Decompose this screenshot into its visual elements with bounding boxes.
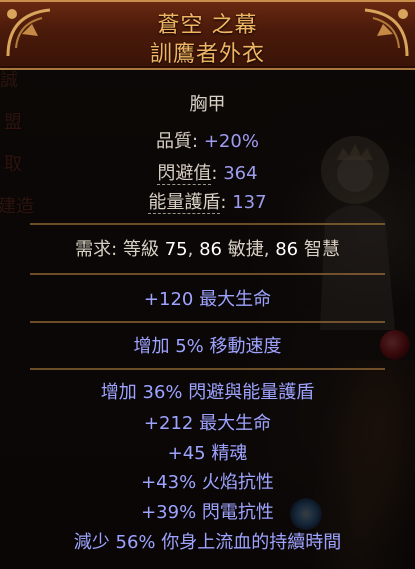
property-label: 閃避值	[157, 163, 212, 185]
explicit-mod: +212 最大生命	[143, 413, 272, 434]
property-label: 品質	[156, 131, 193, 152]
item-tooltip: 蒼空 之幕 訓鷹者外衣 胸甲 品質: +20% 閃避值: 364 能量護盾: 1…	[0, 0, 415, 569]
tooltip-header: 蒼空 之幕 訓鷹者外衣	[0, 0, 415, 70]
property-label: 能量護盾	[148, 192, 221, 214]
property-value: +20%	[203, 131, 259, 152]
level-value: 75	[164, 239, 188, 260]
property-energy-shield: 能量護盾: 137	[0, 188, 415, 214]
explicit-mod: 減少 56% 你身上流血的持續時間	[73, 532, 342, 553]
explicit-mod: 增加 36% 閃避與能量護盾	[100, 382, 315, 403]
requirements-label: 需求	[75, 239, 112, 260]
item-base-type: 訓鷹者外衣	[149, 42, 265, 67]
property-quality: 品質: +20%	[0, 127, 415, 153]
explicit-mod: +39% 閃電抗性	[141, 502, 274, 523]
item-name: 蒼空 之幕	[157, 13, 258, 38]
comma: ,	[187, 239, 194, 260]
separator	[30, 368, 385, 370]
level-label: 等級	[122, 239, 159, 260]
explicit-mod: +43% 火焰抗性	[141, 472, 274, 493]
int-value: 86	[275, 239, 299, 260]
tooltip-body: 胸甲 品質: +20% 閃避值: 364 能量護盾: 137 需求: 等級 75…	[0, 70, 415, 569]
requirements: 需求: 等級 75, 86 敏捷, 86 智慧	[0, 235, 415, 261]
property-sep: :	[220, 192, 233, 213]
enchant-mod: 增加 5% 移動速度	[133, 336, 282, 357]
property-evasion: 閃避值: 364	[0, 159, 415, 185]
comma: ,	[263, 239, 270, 260]
requirements-sep: :	[111, 239, 123, 260]
property-value: 364	[223, 163, 258, 184]
property-value: 137	[232, 192, 267, 213]
separator	[30, 321, 385, 323]
property-sep: :	[192, 131, 204, 152]
explicit-mod: +45 精魂	[167, 443, 248, 464]
separator	[30, 223, 385, 225]
separator	[30, 273, 385, 275]
item-class: 胸甲	[189, 94, 226, 115]
int-label: 智慧	[303, 239, 340, 260]
property-sep: :	[211, 163, 224, 184]
dex-value: 86	[199, 239, 222, 260]
dex-label: 敏捷	[227, 239, 264, 260]
implicit-mod: +120 最大生命	[143, 289, 272, 310]
